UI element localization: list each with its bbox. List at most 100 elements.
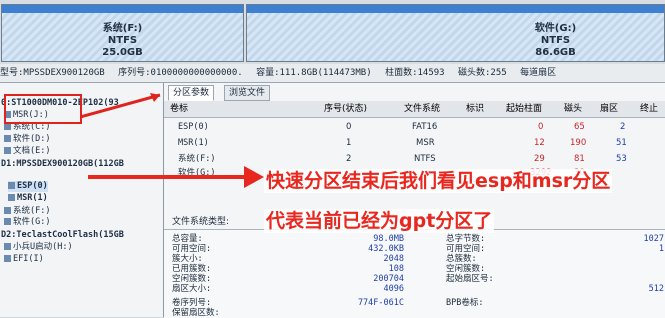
row-head: 190 [570,138,587,148]
tree-item-label: 软件(D:) [13,134,51,144]
stats-panel: 总容量: 98.0MB 可用空间: 432.0KB 簇大小: 2048 已用簇数… [164,229,665,318]
disk-info-bar: 型号:MPSSDEX900120GB 序列号:0100000000000000.… [0,64,665,83]
stat-label: 总簇数: [446,254,477,264]
stat-label: 起始扇区号: [446,274,494,284]
stat-value: 1027 [643,234,664,244]
fs-type-label: 文件系统类型: [172,217,230,227]
stat-label: 扇区大小: [172,284,212,294]
partition-body: 系统(F:) NTFS 25.0GB [2,13,243,61]
stat-value: 512 [648,284,664,294]
stat-value: 1 [658,244,664,254]
partition-icon [4,218,11,225]
partition-fs: NTFS [540,35,571,46]
stat-value: 2048 [383,254,404,264]
partition-stripe [247,5,664,13]
partition-icon [4,255,11,262]
stat-label: 可用空间: [172,244,212,254]
tab-browse-files[interactable]: 浏览文件 [224,85,271,101]
partition-icon [4,147,11,154]
partition-body: 软件(G:) NTFS 86.6GB [247,13,664,61]
stat-label: BPB卷标: [446,298,484,308]
col-fs: 文件系统 [404,104,441,114]
tree-item-label: 软件(G:) [13,217,51,227]
stat-label: 可用空间: [446,244,486,254]
partition-bar: 系统(F:) NTFS 25.0GB 软件(G:) NTFS 86.6GB [0,0,665,64]
partition-label: 系统(F:) [102,23,143,34]
partition-params-panel: 分区参数 浏览文件 卷标 序号(状态) 文件系统 标识 起始柱面 磁头 扇区 终… [164,83,665,318]
tree-item-f[interactable]: 系统(F:) [4,206,50,217]
disk-sectors: 每道扇区 [520,68,557,78]
col-index: 序号(状态) [324,104,368,114]
tree-item-label: 小兵U启动(H:) [13,242,73,252]
col-start-cyl: 起始柱面 [506,104,543,114]
disk-cylinders: 柱面数:14593 [385,68,445,78]
row-start-cyl: 12 [534,138,545,148]
tree-item-g[interactable]: 软件(G:) [4,217,50,228]
row-fs: FAT16 [412,122,438,132]
row-start-cyl: 0 [538,122,544,132]
tree-item-e[interactable]: 文档(E:) [4,146,50,157]
stat-label: 簇大小: [172,254,203,264]
stat-value: 98.0MB [373,234,404,244]
tree-disk-2[interactable]: D2:TeclastCoolFlash(15GB [1,230,124,241]
partition-block-g[interactable]: 软件(G:) NTFS 86.6GB [246,4,665,62]
tree-item-efi[interactable]: EFI(I) [4,254,44,265]
annotation-arrow-icon [88,166,264,188]
tree-item-label: EFI(I) [13,254,44,264]
annotation-line-2: 代表当前已经为gpt分区了 [264,209,495,233]
row-index: 0 [346,122,352,132]
stat-label: 空闲簇数: [172,274,212,284]
col-head: 磁头 [564,104,583,114]
stat-label: 已用簇数: [172,264,212,274]
col-sector: 扇区 [600,104,619,114]
row-head: 81 [574,154,585,164]
row-sector: 51 [616,138,627,148]
row-start-cyl: 29 [534,154,545,164]
partition-fs: NTFS [107,35,138,46]
stat-value: 200704 [373,274,404,284]
stat-value: 4096 [383,284,404,294]
partition-label: 软件(G:) [534,23,577,34]
highlight-box [4,94,82,124]
tree-item-esp[interactable]: ESP(0) [8,181,48,192]
tree-item-d[interactable]: 软件(D:) [4,134,50,145]
row-index: 1 [346,138,352,148]
partition-icon [4,123,11,130]
disk-serial: 序列号:0100000000000000. [118,68,243,78]
partition-table-header: 卷标 序号(状态) 文件系统 标识 起始柱面 磁头 扇区 终止 [164,101,665,118]
tree-item-label: ESP(0) [17,181,48,191]
row-sector: 53 [616,154,627,164]
stat-value: 108 [388,264,404,274]
partition-icon [8,182,15,189]
stat-value: 432.0KB [368,244,404,254]
tree-item-h[interactable]: 小兵U启动(H:) [4,242,73,253]
partition-icon [4,207,11,214]
annotation-line-1: 快速分区结束后我们看见esp和msr分区 [264,169,613,193]
row-fs: NTFS [414,154,436,164]
partition-icon [8,194,15,201]
row-label: MSR(1) [178,138,209,148]
disk-heads: 磁头数:255 [458,68,507,78]
stat-label: 总容量: [172,234,203,244]
partition-icon [4,243,11,250]
row-index: 2 [346,154,352,164]
partition-stripe [2,5,243,13]
partition-icon [4,135,11,142]
table-row[interactable]: MSR(1) 1 MSR 12 190 51 [164,137,665,150]
row-fs: MSR [416,138,435,148]
stat-value: 774F-061C [357,298,404,308]
disk-model: 型号:MPSSDEX900120GB [0,68,105,78]
disk-capacity: 容量:111.8GB(114473MB) [256,68,372,78]
stat-label: 卷序列号: [172,298,212,308]
stat-label: 总字节数: [446,234,486,244]
row-sector: 2 [620,122,626,132]
col-end: 终止 [640,104,659,114]
table-row[interactable]: ESP(0) 0 FAT16 0 65 2 [164,121,665,134]
partition-size: 86.6GB [535,47,576,58]
row-head: 65 [574,122,585,132]
tab-partition-params[interactable]: 分区参数 [168,85,215,101]
col-flag: 标识 [466,104,485,114]
row-label: ESP(0) [178,122,209,132]
tree-item-msr[interactable]: MSR(1) [8,193,48,204]
partition-block-f[interactable]: 系统(F:) NTFS 25.0GB [1,4,244,62]
